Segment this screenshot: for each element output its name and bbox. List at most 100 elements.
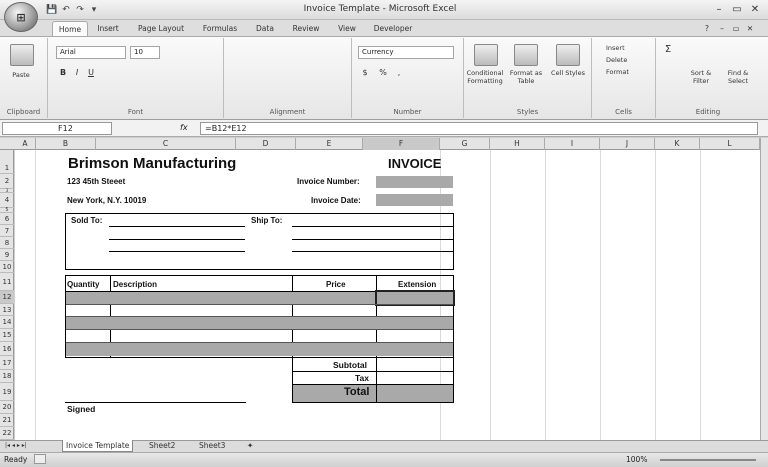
- invoice-number-field[interactable]: [376, 176, 453, 188]
- column-header[interactable]: G: [440, 138, 490, 150]
- insert-function-icon[interactable]: fx: [180, 123, 188, 132]
- item-row[interactable]: [66, 330, 453, 342]
- cell-styles-button[interactable]: Cell Styles: [548, 69, 588, 77]
- row-header[interactable]: 1: [0, 150, 14, 174]
- ship-to-line[interactable]: [292, 251, 453, 252]
- column-header[interactable]: H: [490, 138, 545, 150]
- font-family-select[interactable]: Arial: [56, 46, 126, 59]
- column-header[interactable]: F: [363, 138, 440, 150]
- ship-to-line[interactable]: [292, 226, 453, 227]
- column-header[interactable]: C: [96, 138, 236, 150]
- vertical-scrollbar[interactable]: [760, 138, 768, 440]
- column-header[interactable]: J: [600, 138, 655, 150]
- tab-developer[interactable]: Developer: [368, 21, 418, 36]
- extension-header[interactable]: Extension: [398, 280, 436, 289]
- redo-icon[interactable]: ↷: [74, 4, 86, 16]
- column-header[interactable]: E: [296, 138, 363, 150]
- selected-cell-f12[interactable]: [375, 290, 455, 306]
- name-box[interactable]: F12: [2, 122, 112, 135]
- paste-label[interactable]: Paste: [4, 71, 38, 79]
- sheet-tab-sheet3[interactable]: Sheet3: [196, 440, 228, 452]
- tax-label[interactable]: Tax: [355, 373, 369, 383]
- worksheet-grid[interactable]: Brimson Manufacturing INVOICE 123 45th S…: [15, 150, 760, 440]
- row-header[interactable]: 12: [0, 291, 14, 304]
- conditional-formatting-icon[interactable]: [474, 44, 498, 66]
- zoom-level[interactable]: 100%: [626, 455, 647, 464]
- column-header[interactable]: I: [545, 138, 600, 150]
- format-as-table-button[interactable]: Format as Table: [506, 69, 546, 85]
- invoice-title[interactable]: INVOICE: [388, 156, 441, 171]
- tab-formulas[interactable]: Formulas: [196, 21, 244, 36]
- number-format-select[interactable]: Currency: [358, 46, 454, 59]
- row-header[interactable]: 22: [0, 427, 14, 440]
- item-row[interactable]: [66, 305, 453, 316]
- item-row[interactable]: [66, 317, 453, 329]
- signature-line[interactable]: [65, 402, 246, 403]
- percent-button[interactable]: %: [378, 68, 388, 77]
- tab-home[interactable]: Home: [52, 21, 88, 36]
- autosum-button[interactable]: Σ: [662, 44, 674, 55]
- currency-button[interactable]: $: [360, 68, 370, 77]
- address-line-2[interactable]: New York, N.Y. 10019: [67, 196, 146, 205]
- row-header[interactable]: 15: [0, 329, 14, 342]
- invoice-date-field[interactable]: [376, 194, 453, 206]
- formula-input[interactable]: =B12*E12: [200, 122, 758, 135]
- column-header[interactable]: K: [655, 138, 700, 150]
- row-header[interactable]: 6: [0, 213, 14, 225]
- save-icon[interactable]: 💾: [46, 4, 58, 16]
- row-header[interactable]: 18: [0, 370, 14, 383]
- tab-page-layout[interactable]: Page Layout: [132, 21, 190, 36]
- column-header[interactable]: D: [236, 138, 296, 150]
- company-name[interactable]: Brimson Manufacturing: [68, 155, 236, 172]
- row-header[interactable]: 8: [0, 237, 14, 249]
- tab-review[interactable]: Review: [286, 21, 326, 36]
- column-header[interactable]: B: [36, 138, 96, 150]
- conditional-formatting-button[interactable]: Conditional Formatting: [464, 69, 506, 85]
- sheet-nav-buttons[interactable]: |◂ ◂ ▸ ▸|: [2, 440, 60, 452]
- insert-cells-button[interactable]: Insert: [606, 44, 646, 52]
- sort-filter-button[interactable]: Sort & Filter: [684, 69, 718, 85]
- restore-button[interactable]: ▭: [730, 3, 744, 16]
- help-icon[interactable]: ?: [700, 21, 714, 36]
- ribbon-restore-button[interactable]: ▭: [730, 21, 742, 36]
- signed-label[interactable]: Signed: [67, 404, 95, 414]
- insert-sheet-icon[interactable]: ✦: [244, 440, 256, 452]
- row-header[interactable]: 19: [0, 383, 14, 401]
- format-as-table-icon[interactable]: [514, 44, 538, 66]
- quantity-header[interactable]: Quantity: [67, 280, 99, 289]
- find-select-button[interactable]: Find & Select: [720, 69, 756, 85]
- zoom-slider[interactable]: [660, 459, 756, 461]
- item-row[interactable]: [66, 292, 375, 304]
- sold-to-label[interactable]: Sold To:: [71, 216, 102, 225]
- row-header[interactable]: 16: [0, 342, 14, 356]
- macro-record-icon[interactable]: [34, 454, 46, 464]
- ship-to-label[interactable]: Ship To:: [251, 216, 282, 225]
- close-button[interactable]: ✕: [748, 3, 762, 16]
- invoice-number-label[interactable]: Invoice Number:: [297, 177, 360, 186]
- row-header[interactable]: 9: [0, 249, 14, 261]
- tab-insert[interactable]: Insert: [92, 21, 124, 36]
- description-header[interactable]: Description: [113, 280, 157, 289]
- bold-button[interactable]: B: [58, 68, 68, 77]
- format-cells-button[interactable]: Format: [606, 68, 646, 76]
- row-header[interactable]: 10: [0, 261, 14, 273]
- address-line-1[interactable]: 123 45th Steeet: [67, 177, 125, 186]
- total-label[interactable]: Total: [344, 386, 369, 398]
- row-header[interactable]: 13: [0, 304, 14, 316]
- underline-button[interactable]: U: [86, 68, 96, 77]
- column-header[interactable]: A: [15, 138, 36, 150]
- paste-icon[interactable]: [10, 44, 34, 66]
- item-row[interactable]: [66, 343, 453, 356]
- tab-data[interactable]: Data: [250, 21, 280, 36]
- row-header[interactable]: 4: [0, 193, 14, 208]
- comma-button[interactable]: ,: [394, 68, 404, 77]
- row-header[interactable]: 17: [0, 356, 14, 370]
- sold-to-line[interactable]: [109, 239, 245, 240]
- row-header[interactable]: 20: [0, 401, 14, 414]
- price-header[interactable]: Price: [326, 280, 346, 289]
- ribbon-close-button[interactable]: ✕: [744, 21, 756, 36]
- undo-icon[interactable]: ↶: [60, 4, 72, 16]
- ribbon-minimize-button[interactable]: –: [716, 21, 728, 36]
- font-size-select[interactable]: 10: [130, 46, 160, 59]
- row-header[interactable]: 21: [0, 414, 14, 427]
